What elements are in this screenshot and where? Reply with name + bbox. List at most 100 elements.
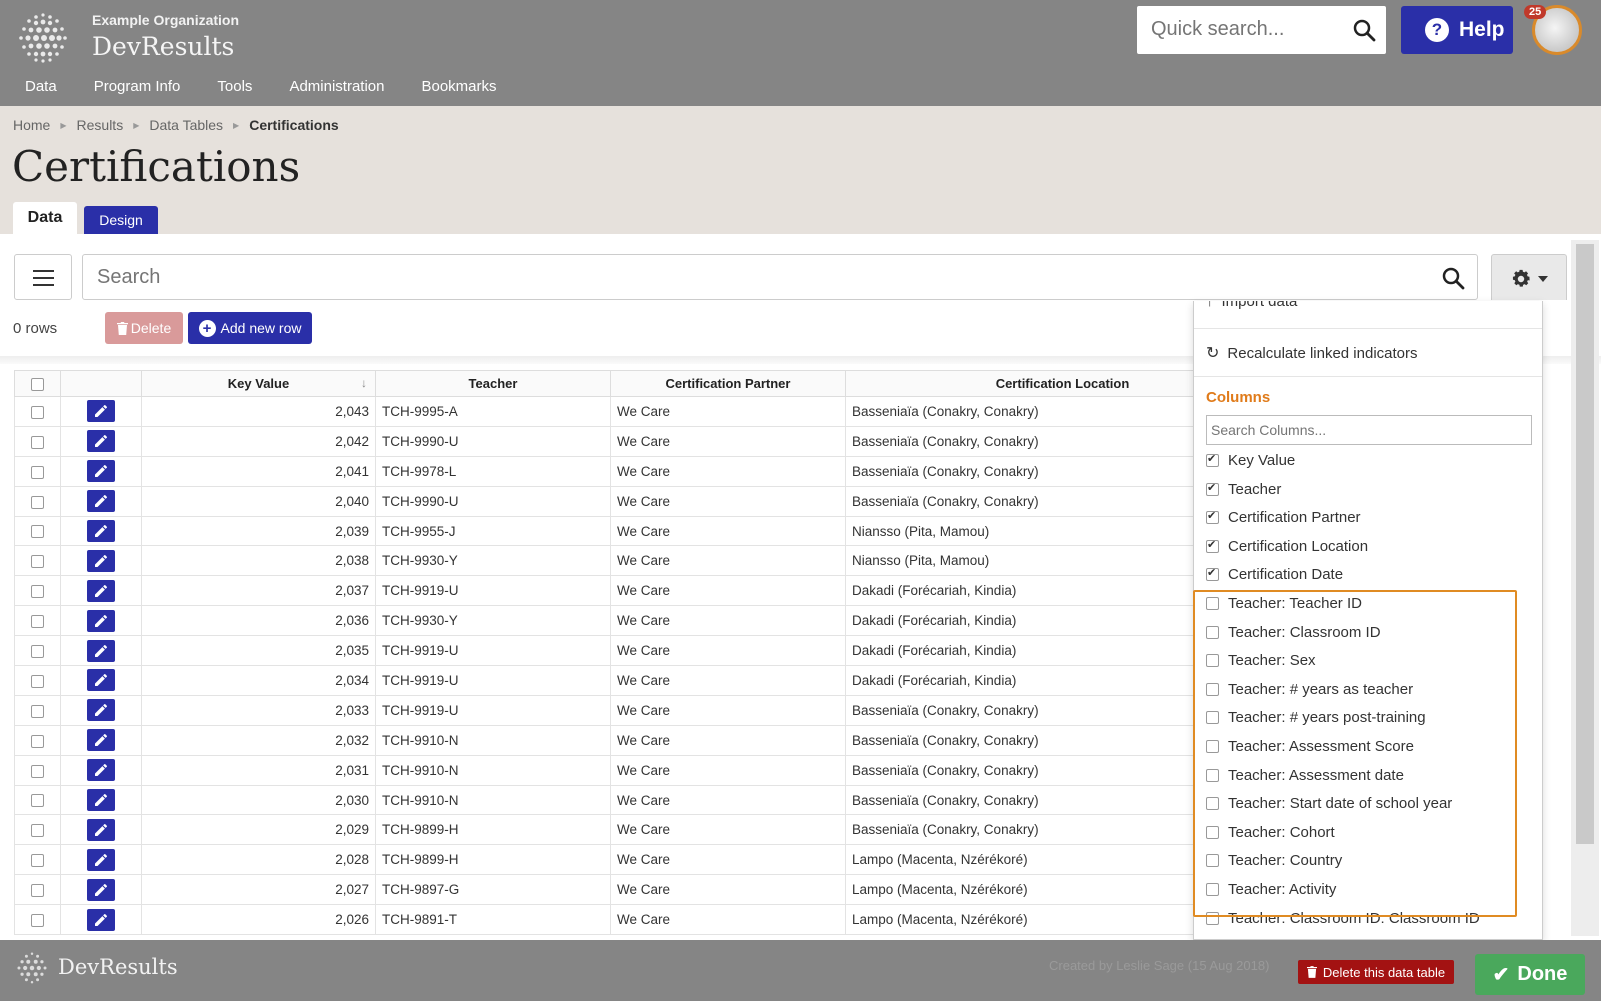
row-checkbox[interactable] [31,555,44,569]
edit-row-button[interactable] [87,609,115,632]
column-toggle[interactable]: Certification Partner [1206,509,1361,526]
column-checkbox[interactable] [1206,682,1219,696]
table-row[interactable]: 2,027 TCH-9897-G We Care Lampo (Macenta, Nz… [14,874,1280,906]
sort-arrow-icon[interactable]: ↓ [361,376,367,390]
row-checkbox[interactable] [31,884,44,898]
column-toggle[interactable]: Teacher: Classroom ID: Classroom ID [1206,910,1480,927]
column-header-key-value[interactable]: Key Value ↓ [141,370,376,397]
column-checkbox[interactable] [1206,452,1219,467]
edit-row-button[interactable] [87,549,115,572]
table-row[interactable]: 2,030 TCH-9910-N We Care Basseniaïa (Conakr… [14,784,1280,816]
notification-badge[interactable]: 25 [1524,5,1547,19]
add-new-row-button[interactable]: + Add new row [188,312,312,344]
column-toggle[interactable]: Teacher: Start date of school year [1206,795,1452,812]
row-checkbox[interactable] [31,615,44,629]
quick-search-input[interactable] [1151,18,1341,41]
row-checkbox[interactable] [31,645,44,658]
search-icon[interactable] [1352,18,1376,42]
nav-item-administration[interactable]: Administration [289,78,384,106]
column-checkbox[interactable] [1206,797,1219,811]
edit-row-button[interactable] [87,818,115,841]
breadcrumb-data-tables[interactable]: Data Tables [149,117,223,133]
edit-row-button[interactable] [87,669,115,692]
globe-logo-icon[interactable] [14,9,72,67]
table-row[interactable]: 2,032 TCH-9910-N We Care Basseniaïa (Conakr… [14,724,1280,756]
edit-row-button[interactable] [87,460,115,483]
tab-design[interactable]: Design [84,206,158,234]
edit-row-button[interactable] [87,908,115,931]
edit-row-button[interactable] [87,699,115,722]
column-header-teacher[interactable]: Teacher [375,370,611,397]
nav-item-program-info[interactable]: Program Info [94,78,181,106]
edit-row-button[interactable] [87,848,115,871]
table-row[interactable]: 2,035 TCH-9919-U We Care Dakadi (Forécariah… [14,635,1280,667]
column-toggle[interactable]: Teacher: Assessment Score [1206,738,1414,755]
settings-dropdown-button[interactable] [1491,254,1567,300]
breadcrumb-results[interactable]: Results [77,117,124,133]
column-toggle[interactable]: Teacher: # years as teacher [1206,681,1413,698]
column-checkbox[interactable] [1206,566,1219,582]
table-row[interactable]: 2,036 TCH-9930-Y We Care Dakadi (Forécariah… [14,605,1280,637]
column-checkbox[interactable] [1206,711,1219,725]
column-checkbox[interactable] [1206,597,1219,610]
column-toggle[interactable]: Teacher: Country [1206,852,1342,869]
row-checkbox[interactable] [31,525,44,539]
row-checkbox[interactable] [31,734,44,748]
column-checkbox[interactable] [1206,625,1219,639]
vertical-scrollbar[interactable] [1571,240,1599,936]
tab-data[interactable]: Data [13,202,77,234]
column-toggle[interactable]: Key Value [1206,452,1295,469]
nav-item-tools[interactable]: Tools [217,78,252,106]
breadcrumb-home[interactable]: Home [13,117,50,133]
row-checkbox[interactable] [31,824,44,838]
edit-row-button[interactable] [87,789,115,812]
menu-button[interactable] [14,254,72,300]
table-row[interactable]: 2,033 TCH-9919-U We Care Basseniaïa (Conakr… [14,694,1280,726]
search-columns-input[interactable] [1206,415,1532,445]
column-checkbox[interactable] [1206,825,1219,839]
row-checkbox[interactable] [31,465,44,479]
table-row[interactable]: 2,037 TCH-9919-U We Care Dakadi (Forécariah… [14,575,1280,607]
nav-item-data[interactable]: Data [25,78,57,106]
column-toggle[interactable]: Teacher: Activity [1206,881,1336,898]
edit-row-button[interactable] [87,430,115,453]
row-checkbox[interactable] [31,435,44,449]
table-row[interactable]: 2,042 TCH-9990-U We Care Basseniaïa (Conakr… [14,425,1280,457]
table-row[interactable]: 2,028 TCH-9899-H We Care Lampo (Macenta, Nz… [14,844,1280,876]
table-row[interactable]: 2,026 TCH-9891-T We Care Lampo (Macenta, Nz… [14,904,1280,936]
delete-button[interactable]: Delete [105,312,183,344]
edit-row-button[interactable] [87,520,115,542]
column-checkbox[interactable] [1206,538,1219,553]
edit-row-button[interactable] [87,878,115,901]
column-checkbox[interactable] [1206,509,1219,525]
table-row[interactable]: 2,043 TCH-9995-A We Care Basseniaïa (Conakr… [14,396,1280,427]
row-checkbox[interactable] [31,405,44,419]
column-checkbox[interactable] [1206,740,1219,753]
table-row[interactable]: 2,031 TCH-9910-N We Care Basseniaïa (Conakr… [14,754,1280,786]
row-checkbox[interactable] [31,854,44,868]
table-row[interactable]: 2,029 TCH-9899-H We Care Basseniaïa (Conakr… [14,814,1280,846]
column-checkbox[interactable] [1206,768,1219,782]
edit-row-button[interactable] [87,400,115,423]
table-row[interactable]: 2,041 TCH-9978-L We Care Basseniaïa (Conakr… [14,455,1280,487]
delete-data-table-button[interactable]: Delete this data table [1298,960,1454,984]
table-row[interactable]: 2,038 TCH-9930-Y We Care Niansso (Pita, Mam… [14,545,1280,577]
column-toggle[interactable]: Certification Location [1206,538,1368,555]
column-toggle[interactable]: Teacher: Cohort [1206,824,1335,841]
edit-row-button[interactable] [87,729,115,752]
search-icon[interactable] [1441,266,1465,290]
column-checkbox[interactable] [1206,911,1219,925]
column-checkbox[interactable] [1206,481,1219,496]
row-checkbox[interactable] [31,585,44,599]
edit-row-button[interactable] [87,759,115,782]
column-toggle[interactable]: Teacher: Sex [1206,652,1316,669]
column-toggle[interactable]: Teacher: Teacher ID [1206,595,1362,612]
column-checkbox[interactable] [1206,883,1219,896]
edit-row-button[interactable] [87,639,115,662]
done-button[interactable]: ✔ Done [1475,954,1585,995]
column-header-certification-partner[interactable]: Certification Partner [610,370,846,397]
table-row[interactable]: 2,034 TCH-9919-U We Care Dakadi (Forécariah… [14,665,1280,696]
column-toggle[interactable]: Teacher: Assessment date [1206,767,1404,784]
column-toggle[interactable]: Teacher [1206,481,1281,498]
row-checkbox[interactable] [31,674,44,688]
